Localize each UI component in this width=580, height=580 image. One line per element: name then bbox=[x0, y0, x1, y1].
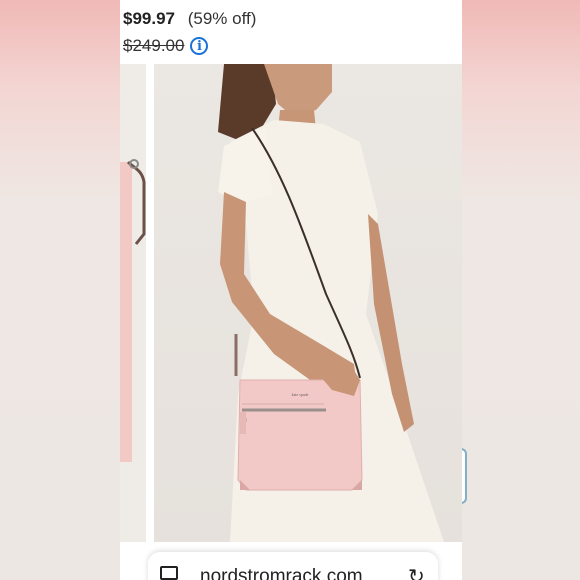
original-price: $249.00 bbox=[123, 36, 185, 55]
address-url[interactable]: nordstromrack.com bbox=[200, 566, 363, 580]
previous-image-peek[interactable] bbox=[120, 64, 146, 542]
tabs-icon[interactable] bbox=[160, 566, 178, 580]
background-right bbox=[459, 0, 580, 580]
info-icon[interactable]: i bbox=[190, 37, 209, 55]
product-screen: $99.97 (59% off) $249.00 i kate spade no… bbox=[120, 0, 462, 580]
background-left bbox=[0, 0, 120, 580]
bag-logo-text: kate spade bbox=[292, 392, 309, 397]
product-gallery[interactable]: kate spade bbox=[120, 64, 462, 542]
original-price-row: $249.00 i bbox=[123, 36, 209, 56]
reload-icon[interactable]: ↻ bbox=[408, 564, 425, 580]
tab-strip-stub bbox=[120, 552, 136, 580]
discount-text: (59% off) bbox=[187, 9, 257, 28]
price-row: $99.97 (59% off) bbox=[123, 9, 256, 29]
sale-price: $99.97 bbox=[123, 9, 175, 28]
browser-address-bar[interactable]: nordstromrack.com ↻ bbox=[148, 552, 438, 580]
product-photo[interactable]: kate spade bbox=[154, 64, 462, 542]
model-with-bag-illustration: kate spade bbox=[218, 64, 444, 542]
